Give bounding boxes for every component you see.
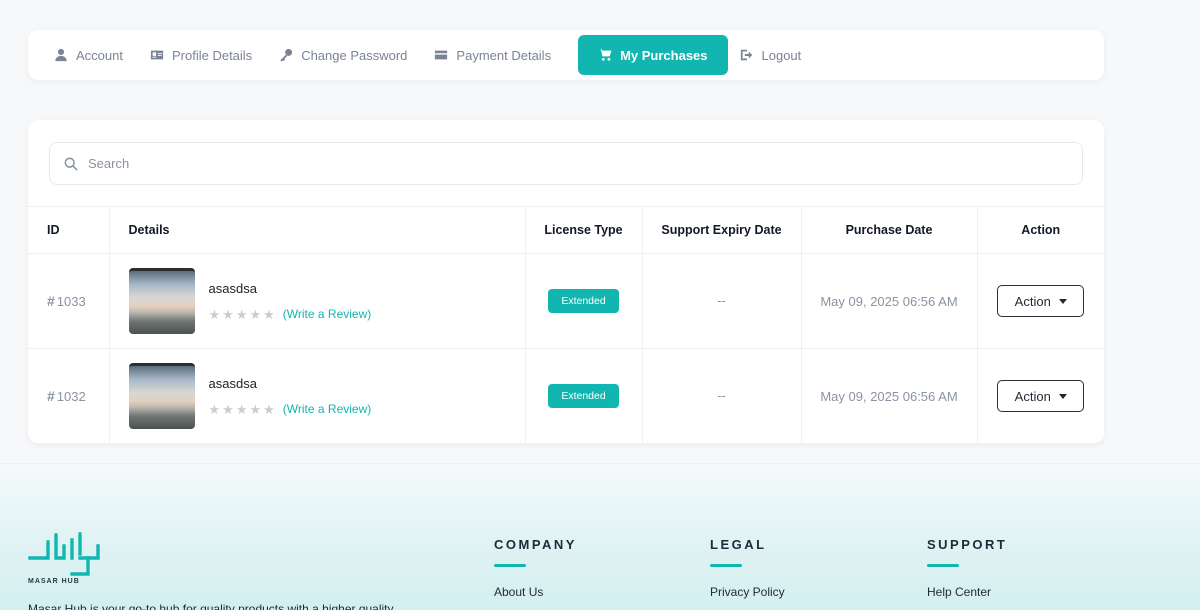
tab-account[interactable]: Account: [48, 35, 144, 75]
star-icon: ★: [222, 401, 234, 417]
tab-my-purchases[interactable]: My Purchases: [578, 35, 728, 75]
product-title[interactable]: asasdsa: [209, 281, 372, 296]
logout-icon: [740, 49, 752, 61]
caret-down-icon: [1058, 298, 1067, 304]
logo-text: MASAR HUB: [28, 578, 80, 585]
action-dropdown-button[interactable]: Action: [997, 285, 1085, 317]
write-review-link[interactable]: (Write a Review): [283, 402, 371, 416]
support-expiry-cell: --: [641, 348, 801, 444]
tab-profile-details[interactable]: Profile Details: [144, 35, 273, 75]
search-input[interactable]: [88, 156, 988, 171]
write-review-link[interactable]: (Write a Review): [283, 307, 371, 321]
order-id-value: 1033: [56, 294, 86, 309]
order-id: #1032: [28, 348, 109, 444]
caret-down-icon: [1058, 393, 1067, 399]
tab-label: Logout: [761, 47, 802, 63]
footer-heading-underline: [494, 564, 526, 567]
column-header-action: Action: [976, 206, 1104, 254]
star-icon: ★: [249, 306, 262, 322]
column-header-id: ID: [28, 206, 109, 254]
footer-heading: COMPANY: [494, 537, 577, 552]
purchases-card: ID Details License Type Support Expiry D…: [28, 120, 1104, 444]
footer-tagline: Masar Hub is your go-to hub for quality …: [28, 602, 394, 610]
action-cell: Action: [976, 253, 1104, 349]
action-label: Action: [1014, 388, 1051, 404]
credit-card-icon: [435, 50, 448, 60]
search-box: [49, 142, 1083, 185]
tab-label: Profile Details: [171, 47, 253, 63]
footer-column-company: COMPANY About Us: [494, 537, 577, 599]
tab-label: Payment Details: [456, 47, 552, 63]
table-row: #1033 asasdsa ★ ★ ★ ★ ★ (Write a Review)…: [28, 253, 1104, 349]
product-thumbnail[interactable]: [128, 268, 195, 334]
rating-stars: ★ ★ ★ ★ ★ (Write a Review): [209, 402, 372, 416]
tab-payment-details[interactable]: Payment Details: [428, 35, 572, 75]
footer-link-about-us[interactable]: About Us: [494, 585, 577, 599]
footer-heading: LEGAL: [710, 537, 767, 552]
order-id-value: 1032: [56, 389, 86, 404]
table-header-row: ID Details License Type Support Expiry D…: [28, 206, 1104, 254]
star-icon: ★: [222, 306, 234, 322]
product-details: asasdsa ★ ★ ★ ★ ★ (Write a Review): [108, 253, 525, 349]
tab-change-password[interactable]: Change Password: [273, 35, 428, 75]
column-header-details: Details: [108, 206, 525, 254]
action-dropdown-button[interactable]: Action: [997, 380, 1085, 412]
footer-heading-underline: [710, 564, 742, 567]
star-icon: ★: [208, 401, 221, 417]
column-header-purchase-date: Purchase Date: [800, 206, 977, 254]
support-expiry-cell: --: [641, 253, 801, 349]
action-label: Action: [1014, 293, 1051, 309]
footer-column-legal: LEGAL Privacy Policy: [710, 537, 785, 599]
footer-heading: SUPPORT: [927, 537, 1008, 552]
column-header-support-expiry: Support Expiry Date: [641, 206, 801, 254]
product-title[interactable]: asasdsa: [209, 376, 372, 391]
license-type-cell: Extended: [524, 253, 642, 349]
order-id: #1033: [28, 253, 109, 349]
column-header-license-type: License Type: [524, 206, 642, 254]
masar-hub-logo[interactable]: MASAR HUB: [28, 532, 108, 588]
star-icon: ★: [235, 401, 248, 417]
footer-column-support: SUPPORT Help Center: [927, 537, 1007, 599]
rating-stars: ★ ★ ★ ★ ★ (Write a Review): [209, 307, 372, 321]
license-type-cell: Extended: [524, 348, 642, 444]
key-icon: [280, 48, 293, 62]
action-cell: Action: [976, 348, 1104, 444]
tab-logout[interactable]: Logout: [734, 35, 823, 75]
purchases-table: ID Details License Type Support Expiry D…: [28, 206, 1104, 444]
site-footer: MASAR HUB Masar Hub is your go-to hub fo…: [0, 463, 1200, 610]
license-badge: Extended: [548, 289, 619, 313]
id-card-icon: [150, 50, 164, 60]
hash-icon: #: [47, 293, 55, 309]
cart-icon: [598, 48, 612, 61]
tab-label: My Purchases: [620, 47, 708, 63]
star-icon: ★: [235, 306, 248, 322]
table-row: #1032 asasdsa ★ ★ ★ ★ ★ (Write a Review)…: [28, 348, 1104, 444]
search-icon: [64, 157, 78, 171]
star-icon: ★: [263, 306, 275, 322]
account-tabs: Account Profile Details Change Password …: [28, 30, 1104, 80]
product-thumbnail[interactable]: [128, 363, 195, 429]
star-icon: ★: [249, 401, 262, 417]
star-icon: ★: [208, 306, 221, 322]
hash-icon: #: [47, 388, 55, 404]
footer-heading-underline: [927, 564, 959, 567]
tab-label: Change Password: [301, 47, 408, 63]
purchase-date-cell: May 09, 2025 06:56 AM: [800, 253, 977, 349]
footer-link-privacy-policy[interactable]: Privacy Policy: [710, 585, 785, 599]
product-details: asasdsa ★ ★ ★ ★ ★ (Write a Review): [108, 348, 525, 444]
logo-mark-icon: [28, 532, 100, 576]
star-icon: ★: [263, 401, 275, 417]
purchase-date-cell: May 09, 2025 06:56 AM: [800, 348, 977, 444]
license-badge: Extended: [548, 384, 619, 408]
footer-link-help-center[interactable]: Help Center: [927, 585, 1007, 599]
user-icon: [55, 48, 67, 62]
tab-label: Account: [76, 47, 123, 63]
